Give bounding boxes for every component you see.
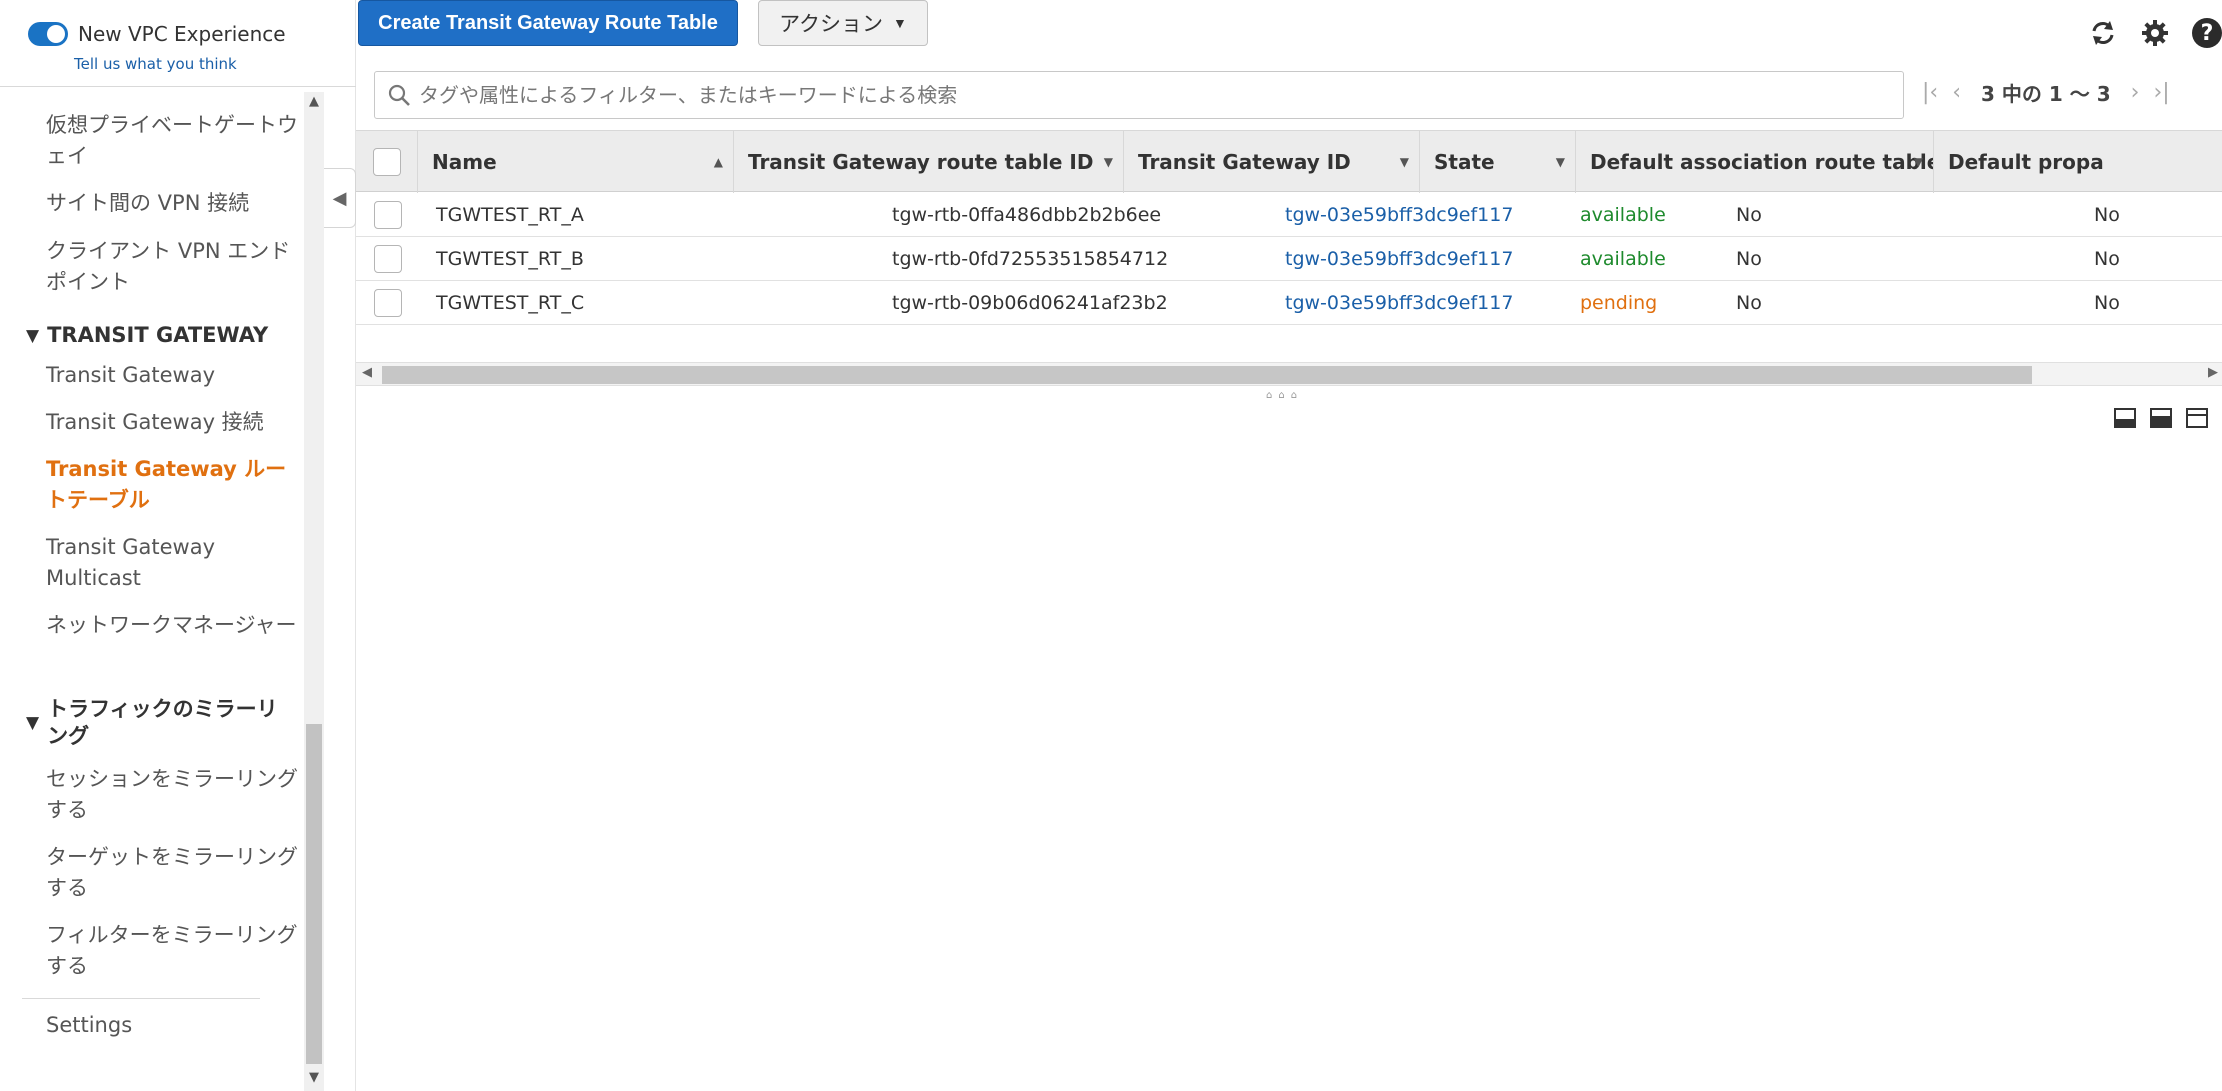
sidebar-item-transit-gateway[interactable]: Transit Gateway [46,360,302,391]
row-select-cell [374,281,402,325]
section-label: トラフィックのミラーリング [47,697,278,748]
sidebar-item-client-vpn-endpoints[interactable]: クライアント VPN エンドポイント [46,236,302,298]
settings-divider [22,998,260,999]
column-header-default-association[interactable]: Default association route table ▼ [1576,131,1934,193]
cell-default-association: No [1736,292,1762,314]
sidebar-scrollbar-thumb[interactable] [306,724,322,1064]
cell-route-table-id: tgw-rtb-09b06d06241af23b2 [892,292,1168,314]
first-page-icon[interactable]: |‹ [1922,80,1938,105]
scroll-right-arrow-icon[interactable]: ▶ [2208,365,2218,380]
vpc-experience-toggle-row: New VPC Experience [28,22,286,46]
caret-left-icon: ◀ [332,187,347,209]
search-input[interactable] [419,83,1879,107]
column-header-route-table-id[interactable]: Transit Gateway route table ID ▼ [734,131,1124,193]
cell-state: available [1580,204,1666,226]
table-row[interactable]: TGWTEST_RT_C tgw-rtb-09b06d06241af23b2 t… [356,281,2222,325]
row-select-cell [374,193,402,237]
cell-default-propagation: No [2094,204,2120,226]
previous-page-icon[interactable]: ‹ [1952,80,1961,105]
sidebar-section-traffic-mirroring[interactable]: ▼ トラフィックのミラーリング [26,696,306,750]
layout-split-pane-icon[interactable] [2150,408,2172,428]
column-header-state[interactable]: State ▼ [1420,131,1576,193]
column-header-name[interactable]: Name ▲ [418,131,734,193]
scroll-left-arrow-icon[interactable]: ◀ [362,365,372,380]
sidebar-item-site-to-site-vpn[interactable]: サイト間の VPN 接続 [46,188,302,219]
layout-bottom-pane-icon[interactable] [2114,408,2136,428]
cell-default-association: No [1736,204,1762,226]
sort-ascending-icon: ▲ [713,155,723,169]
row-checkbox[interactable] [374,201,402,229]
vpc-toggle-label: New VPC Experience [78,22,286,46]
table-horizontal-scrollbar[interactable]: ◀ ▶ [356,362,2222,386]
cell-name: TGWTEST_RT_B [436,248,584,270]
column-header-transit-gateway-id[interactable]: Transit Gateway ID ▼ [1124,131,1420,193]
toolbar-icons: ? [2088,18,2222,48]
main-content: Create Transit Gateway Route Table アクション… [356,0,2222,1091]
cell-transit-gateway-id-link[interactable]: tgw-03e59bff3dc9ef117 [1285,193,1513,237]
cell-transit-gateway-id-link[interactable]: tgw-03e59bff3dc9ef117 [1285,237,1513,281]
sidebar-item-transit-gateway-route-tables[interactable]: Transit Gateway ルートテーブル [46,454,302,516]
sort-icon: ▼ [1103,155,1113,169]
layout-toggle-icons [2114,408,2208,428]
cell-name: TGWTEST_RT_A [436,204,584,226]
sidebar-section-transit-gateway[interactable]: ▼ TRANSIT GATEWAY [26,322,306,350]
search-filter-box[interactable] [374,71,1904,119]
split-pane-handle-icon[interactable]: ⌂⌂⌂ [1266,390,1303,401]
cell-transit-gateway-id-link[interactable]: tgw-03e59bff3dc9ef117 [1285,281,1513,325]
layout-full-pane-icon[interactable] [2186,408,2208,428]
horizontal-scrollbar-thumb[interactable] [382,366,2032,384]
pagination-text: 3 中の 1 ～ 3 [1981,82,2111,106]
sidebar-item-transit-gateway-multicast[interactable]: Transit Gateway Multicast [46,532,302,594]
row-select-cell [374,237,402,281]
create-route-table-button[interactable]: Create Transit Gateway Route Table [358,0,738,46]
row-checkbox[interactable] [374,289,402,317]
new-vpc-experience-toggle[interactable] [28,22,68,46]
next-page-icon[interactable]: › [2131,80,2140,105]
sort-icon: ▼ [1399,155,1409,169]
help-icon[interactable]: ? [2192,18,2222,48]
feedback-link[interactable]: Tell us what you think [74,55,237,73]
cell-default-association: No [1736,248,1762,270]
cell-default-propagation: No [2094,248,2120,270]
chevron-down-icon: ▼ [893,15,907,31]
sidebar-item-network-manager[interactable]: ネットワークマネージャー [46,610,302,641]
table-header: Name ▲ Transit Gateway route table ID ▼ … [356,130,2222,193]
search-icon [388,84,410,106]
table-row[interactable]: TGWTEST_RT_A tgw-rtb-0ffa486dbb2b2b6ee t… [356,193,2222,237]
refresh-icon[interactable] [2088,18,2118,48]
sidebar-item-mirror-targets[interactable]: ターゲットをミラーリングする [46,842,302,904]
gear-icon[interactable] [2140,18,2170,48]
column-header-default-propagation[interactable]: Default propa [1934,131,2222,193]
sidebar-item-mirror-sessions[interactable]: セッションをミラーリングする [46,764,302,826]
row-checkbox[interactable] [374,245,402,273]
scroll-up-arrow-icon[interactable]: ▲ [306,94,322,109]
collapse-sidebar-button[interactable]: ◀ [324,168,356,228]
sidebar-divider [0,86,356,87]
actions-label: アクション [779,13,884,36]
sidebar: New VPC Experience Tell us what you thin… [0,0,356,1091]
select-all-checkbox[interactable] [372,148,401,176]
select-all-cell [356,131,418,193]
actions-dropdown-button[interactable]: アクション ▼ [758,0,928,46]
cell-route-table-id: tgw-rtb-0fd72553515854712 [892,248,1169,270]
cell-state: available [1580,248,1666,270]
scroll-down-arrow-icon[interactable]: ▼ [306,1070,322,1085]
section-label: TRANSIT GATEWAY [47,323,269,347]
sidebar-item-settings[interactable]: Settings [46,1010,302,1041]
cell-name: TGWTEST_RT_C [436,292,585,314]
collapse-triangle-icon: ▼ [26,326,40,346]
sidebar-item-transit-gateway-attachments[interactable]: Transit Gateway 接続 [46,407,302,438]
sidebar-item-mirror-filters[interactable]: フィルターをミラーリングする [46,920,302,982]
pagination: |‹ ‹ 3 中の 1 ～ 3 › ›| [1922,78,2170,107]
sort-icon: ▼ [1555,155,1565,169]
last-page-icon[interactable]: ›| [2153,80,2169,105]
sidebar-item-virtual-private-gateway[interactable]: 仮想プライベートゲートウェイ [46,110,302,172]
sort-icon: ▼ [1913,155,1923,169]
collapse-triangle-icon: ▼ [26,713,40,733]
cell-route-table-id: tgw-rtb-0ffa486dbb2b2b6ee [892,204,1162,226]
table-row[interactable]: TGWTEST_RT_B tgw-rtb-0fd72553515854712 t… [356,237,2222,281]
cell-default-propagation: No [2094,292,2120,314]
cell-state: pending [1580,292,1658,314]
